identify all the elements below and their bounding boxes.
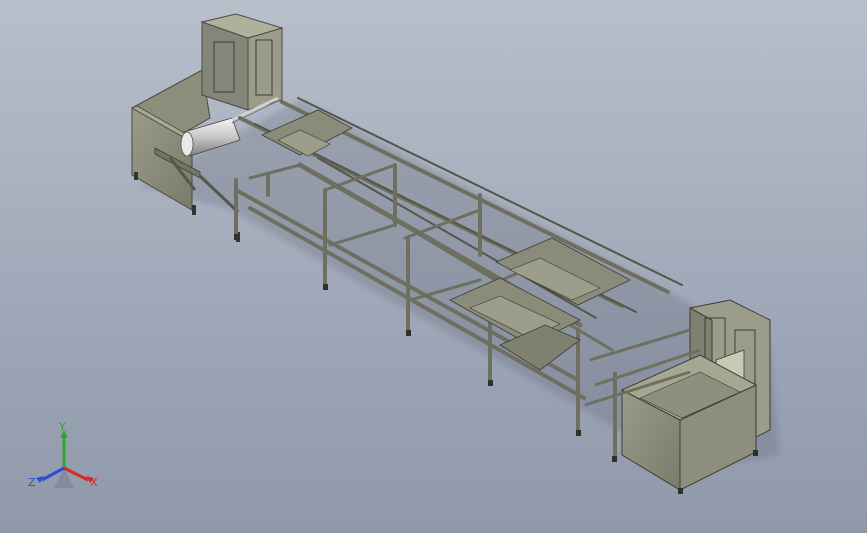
conveyor-assembly-model[interactable]	[0, 0, 867, 533]
cad-viewport[interactable]: Y X Z	[0, 0, 867, 533]
triad-y-label: Y	[58, 420, 66, 433]
triad-z-label: Z	[28, 476, 36, 489]
orientation-triad: Y X Z	[28, 420, 98, 489]
triad-y-axis: Y	[58, 420, 68, 468]
triad-x-label: X	[90, 476, 98, 489]
